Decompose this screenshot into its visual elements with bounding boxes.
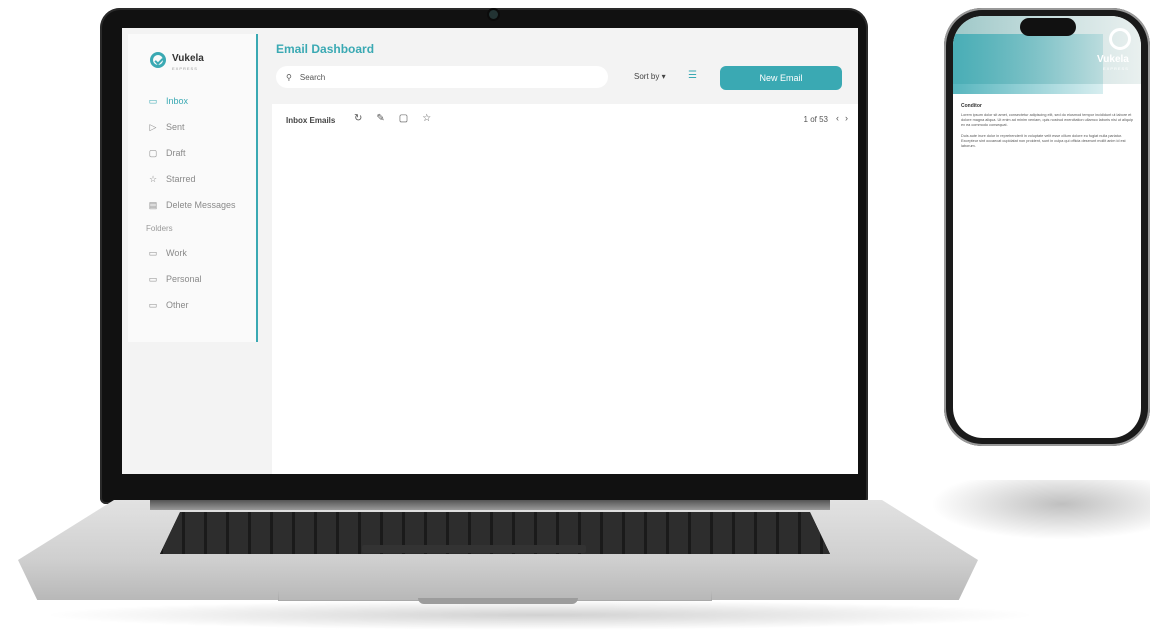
pager-nav: ‹ › bbox=[836, 113, 848, 123]
inbox-icon: ▭ bbox=[148, 95, 158, 106]
pager-text: 1 of 53 bbox=[803, 115, 828, 124]
send-icon: ▷ bbox=[149, 121, 157, 132]
chevron-left-icon[interactable]: ‹ bbox=[836, 113, 839, 123]
nav: ▭ Inbox ▷ Sent ▢ Draft ☆ Starred ▤ Delet… bbox=[128, 88, 256, 318]
panel-title: Inbox Emails bbox=[286, 116, 336, 125]
front-notch bbox=[418, 598, 578, 604]
star-icon[interactable]: ☆ bbox=[422, 113, 431, 124]
phone-notch bbox=[1020, 18, 1076, 36]
phone-paragraph: Duis aute irure dolor in reprehenderit i… bbox=[961, 134, 1126, 148]
draft-icon: ▢ bbox=[148, 147, 158, 158]
floor-shadow bbox=[40, 600, 1040, 630]
logo-text: Vukela bbox=[172, 53, 204, 64]
folder-item-personal[interactable]: ▭ Personal bbox=[128, 266, 256, 292]
edit-icon[interactable]: ✎ bbox=[376, 113, 384, 124]
sidebar-item-label: Delete Messages bbox=[166, 200, 236, 210]
sidebar-item-label: Sent bbox=[166, 122, 185, 132]
phone-heading: Conditor bbox=[961, 103, 982, 109]
panel-actions: ↻ ✎ ▢ ☆ bbox=[354, 113, 431, 124]
logo-mark-icon bbox=[150, 51, 166, 68]
folder-item-label: Other bbox=[166, 300, 189, 310]
sidebar: Vukela EXPRESS ▭ Inbox ▷ Sent ▢ Draft ☆ … bbox=[128, 34, 258, 342]
email-panel: Inbox Emails ↻ ✎ ▢ ☆ 1 of 53 ‹ › bbox=[272, 104, 858, 474]
search-icon: ⚲ bbox=[286, 72, 292, 82]
sidebar-item-inbox[interactable]: ▭ Inbox bbox=[128, 88, 256, 114]
laptop-screen: Vukela EXPRESS ▭ Inbox ▷ Sent ▢ Draft ☆ … bbox=[122, 28, 858, 474]
phone-logo-tagline: EXPRESS bbox=[1103, 66, 1129, 71]
folders-heading: Folders bbox=[146, 224, 173, 233]
filter-icon[interactable]: ☰ bbox=[688, 70, 697, 81]
sidebar-item-label: Inbox bbox=[166, 96, 189, 106]
phone-logo-mark-icon bbox=[1109, 28, 1131, 50]
phone-screen: Vukela EXPRESS Conditor Lorem ipsum dolo… bbox=[953, 16, 1141, 438]
folder-item-other[interactable]: ▭ Other bbox=[128, 292, 256, 318]
folder-icon: ▭ bbox=[148, 299, 158, 310]
main-content: Email Dashboard ⚲ Search Sort by ▾ ☰ New… bbox=[272, 28, 858, 474]
phone-body-text: Conditor Lorem ipsum dolor sit amet, con… bbox=[961, 104, 1133, 155]
sidebar-item-starred[interactable]: ☆ Starred bbox=[128, 166, 256, 192]
bookmark-icon[interactable]: ▢ bbox=[399, 113, 408, 124]
sort-label: Sort by bbox=[634, 72, 660, 81]
folder-icon: ▭ bbox=[148, 273, 158, 284]
sidebar-item-delete[interactable]: ▤ Delete Messages bbox=[128, 192, 256, 218]
trackpad bbox=[278, 556, 712, 601]
sidebar-item-label: Draft bbox=[166, 148, 186, 158]
phone-hero-overlay bbox=[953, 34, 1103, 94]
chevron-right-icon[interactable]: › bbox=[845, 113, 848, 123]
phone-paragraph: Lorem ipsum dolor sit amet, consectetur … bbox=[961, 113, 1134, 127]
trash-icon: ▤ bbox=[148, 199, 158, 210]
spacebar bbox=[362, 545, 586, 553]
chevron-down-icon: ▾ bbox=[661, 72, 666, 81]
sidebar-item-label: Starred bbox=[166, 174, 196, 184]
sidebar-item-draft[interactable]: ▢ Draft bbox=[128, 140, 256, 166]
phone-logo-text: Vukela bbox=[1097, 54, 1129, 65]
logo: Vukela EXPRESS bbox=[150, 48, 204, 71]
folder-item-label: Work bbox=[166, 248, 187, 258]
webcam bbox=[489, 10, 498, 19]
new-email-button[interactable]: New Email bbox=[720, 66, 842, 90]
sidebar-item-sent[interactable]: ▷ Sent bbox=[128, 114, 256, 140]
search-placeholder: Search bbox=[299, 72, 326, 82]
folder-icon: ▭ bbox=[148, 247, 158, 258]
laptop-hinge bbox=[150, 500, 830, 510]
star-icon: ☆ bbox=[148, 173, 158, 184]
sort-dropdown[interactable]: Sort by ▾ bbox=[634, 72, 666, 81]
logo-tagline: EXPRESS bbox=[172, 66, 198, 71]
refresh-icon[interactable]: ↻ bbox=[354, 113, 362, 124]
search-input[interactable]: ⚲ Search bbox=[276, 66, 608, 88]
phone-shadow bbox=[930, 480, 1150, 540]
page-title: Email Dashboard bbox=[276, 42, 375, 56]
folder-item-work[interactable]: ▭ Work bbox=[128, 240, 256, 266]
folder-item-label: Personal bbox=[166, 274, 202, 284]
